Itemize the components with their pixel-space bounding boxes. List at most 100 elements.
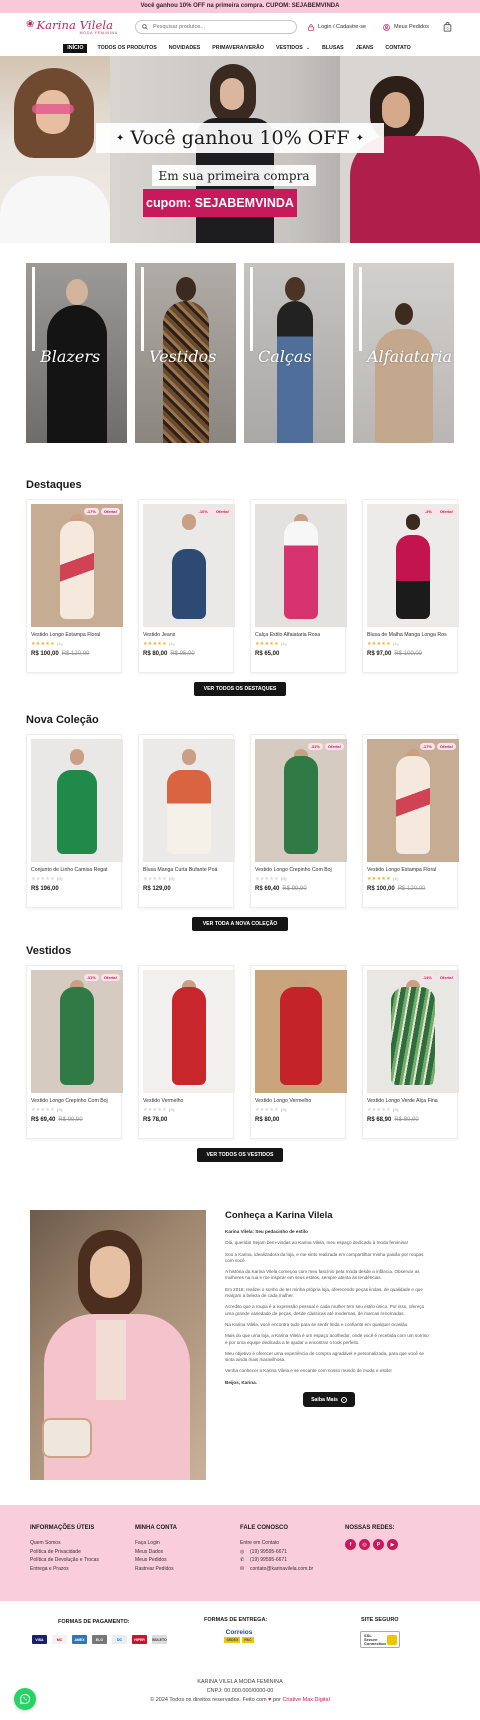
about-paragraph: Em 2018, realizei o sonho de ter minha p… [225,1286,423,1299]
category-calcas[interactable]: Calças [244,263,345,443]
whatsapp-icon: ◎ [240,1548,245,1555]
price-old: R$ 120,00 [61,651,90,657]
product-image: -17% Oferta! [31,504,123,627]
footer-contact-whatsapp[interactable]: ◎ (19) 99595-6671 [240,1548,345,1557]
product-card[interactable]: Vestido Longo Vermelho ★★★★★ (0) R$ 80,00 [250,965,347,1139]
visa-icon: VISA [32,1635,47,1644]
footer-contact-phone[interactable]: ✆ (19) 99595-6671 [240,1556,345,1565]
sedex-badge: SEDEX [224,1637,241,1643]
rating-stars: ★★★★★ (1) [367,641,399,647]
product-image: -16% Oferta! [143,504,235,627]
product-price: R$ 80,00 R$ 95,00 [143,651,229,657]
cart-button[interactable]: 0 [443,22,456,32]
footer-link[interactable]: Meus Pedidos [135,1556,240,1565]
correios-text: Correios [225,1629,253,1636]
product-card[interactable]: -17% Oferta! Vestido Longo Estampa Floral… [362,734,459,908]
price-current: R$ 65,00 [255,651,280,657]
footer-link[interactable]: Entre em Contato [240,1539,345,1548]
product-card[interactable]: -31% Oferta! Vestido Longo Crepinho Com B… [26,965,123,1139]
about-title: Conheça a Karina Vilela [225,1210,333,1221]
rating-stars: ★★★★★ (0) [255,1107,287,1113]
category-blazers[interactable]: Blazers [26,263,127,443]
nav-item-blusas[interactable]: BLUSAS [316,44,350,53]
section-nova-colecao: Nova Coleção Conjunto de Linho Camisa Re… [0,714,480,931]
company-name: KARINA VILELA MODA FEMININA [197,1679,283,1685]
offer-badge: Oferta! [436,743,456,750]
login-link[interactable]: Login / Cadastre-se [308,23,366,31]
discount-badge: -17% [419,743,435,750]
product-price: R$ 69,40 R$ 99,90 [31,1117,117,1123]
logo[interactable]: ❀ Karina Vilela MODA FEMININA [26,16,124,38]
view-all-nova-colecao-button[interactable]: VER TODA A NOVA COLEÇÃO [192,917,288,931]
product-price: R$ 80,00 [255,1117,341,1123]
price-current: R$ 80,00 [255,1117,280,1123]
footer-link[interactable]: Quem Somos [30,1539,135,1548]
price-old: R$ 99,90 [58,1117,83,1123]
product-card[interactable]: Blusa Manga Curta Bufante Poá ★★★★★ (0) R… [138,734,235,908]
lock-icon [387,1634,397,1645]
youtube-icon[interactable]: ▶ [387,1539,398,1550]
about-paragraph: Na Karina Vilela, você encontra tudo par… [225,1321,409,1327]
nav-item-todos[interactable]: TODOS OS PRODUTOS [91,44,162,53]
search-icon [142,24,148,30]
saiba-mais-button[interactable]: Saiba Mais › [303,1392,355,1408]
section-title: Vestidos [26,945,72,957]
product-card[interactable]: Conjunto de Linho Camisa Regat ★★★★★ (0) … [26,734,123,908]
review-count: (1) [392,641,399,646]
product-card[interactable]: -14% Oferta! Vestido Longo Verde Alça Fin… [362,965,459,1139]
product-card[interactable]: Vestido Vermelho ★★★★★ (0) R$ 78,00 [138,965,235,1139]
review-count: (0) [168,1107,175,1112]
boleto-icon: BOLETO [152,1635,167,1644]
product-card[interactable]: -3% Oferta! Blusa de Malha Manga Longa Ro… [362,499,459,673]
review-count: (0) [56,1107,63,1112]
cart-count: 0 [447,27,449,31]
footer-link[interactable]: Política de Devolução e Trocas [30,1556,135,1565]
footer-link[interactable]: Faça Login [135,1539,240,1548]
view-all-vestidos-button[interactable]: VER TODOS OS VESTIDOS [197,1148,283,1162]
footer-link[interactable]: Política de Privacidade [30,1548,135,1557]
hero-banner[interactable]: ✦ Você ganhou 10% OFF ✦ Em sua primeira … [0,56,480,243]
nav-item-novidades[interactable]: NOVIDADES [163,44,207,53]
nav-item-jeans[interactable]: JEANS [350,44,380,53]
heart-icon: ♥ [268,1697,272,1703]
footer-link[interactable]: Entrega e Prazos [30,1565,135,1574]
instagram-icon[interactable]: ◎ [359,1539,370,1550]
correios-logo: Correios SEDEX PAC [216,1629,262,1649]
agency-link[interactable]: Criative Max Digital [282,1697,329,1703]
search-box[interactable] [135,20,297,34]
price-current: R$ 78,00 [143,1117,168,1123]
about-paragraph: Sou a Karina, idealizadora da loja, e me… [225,1251,424,1263]
price-old: R$ 95,00 [170,651,195,657]
hero-title: ✦ Você ganhou 10% OFF ✦ [96,123,384,153]
nav-item-inicio[interactable]: INÍCIO [63,44,88,53]
product-image: -31% Oferta! [255,739,347,862]
product-name: Vestido Longo Crepinho Com Boj [31,1098,108,1104]
product-name: Conjunto de Linho Camisa Regat [31,867,108,873]
product-grid: -31% Oferta! Vestido Longo Crepinho Com B… [26,965,459,1139]
mail-icon: ✉ [240,1565,245,1572]
footer-link[interactable]: Rastrear Pedidos [135,1565,240,1574]
product-image: -31% Oferta! [31,970,123,1093]
search-input[interactable] [153,24,283,30]
offer-badge: Oferta! [100,508,120,515]
view-all-destaques-button[interactable]: VER TODOS OS DESTAQUES [194,682,286,696]
nav-item-primavera[interactable]: PRIMAVERA/VERÃO [206,44,270,53]
footer-link[interactable]: Meus Dados [135,1548,240,1557]
product-card[interactable]: Calça Estilo Alfaiataria Rosa ★★★★★ (1) R… [250,499,347,673]
pinterest-icon[interactable]: P [373,1539,384,1550]
product-card[interactable]: -31% Oferta! Vestido Longo Crepinho Com B… [250,734,347,908]
nav-item-contato[interactable]: CONTATO [379,44,416,53]
footer-contact-email[interactable]: ✉ contato@karinavilela.com.br [240,1565,345,1574]
orders-link[interactable]: Meus Pedidos [383,23,429,31]
footer-col-social: NOSSAS REDES: f ◎ P ▶ [345,1525,450,1601]
category-vestidos[interactable]: Vestidos [135,263,236,443]
product-name: Blusa Manga Curta Bufante Poá [143,867,218,873]
nav-item-vestidos[interactable]: VESTIDOS ⌄ [270,44,316,53]
product-card[interactable]: -16% Oferta! Vestido Jeans ★★★★★ (1) R$ 80… [138,499,235,673]
category-alfaiataria[interactable]: Alfaiataria [353,263,454,443]
product-card[interactable]: -17% Oferta! Vestido Longo Estampa Floral… [26,499,123,673]
whatsapp-button[interactable] [14,1688,36,1710]
facebook-icon[interactable]: f [345,1539,356,1550]
main-nav: INÍCIO TODOS OS PRODUTOS NOVIDADES PRIMA… [0,41,480,56]
ssl-badge: SSL Secure Connection [360,1631,400,1648]
